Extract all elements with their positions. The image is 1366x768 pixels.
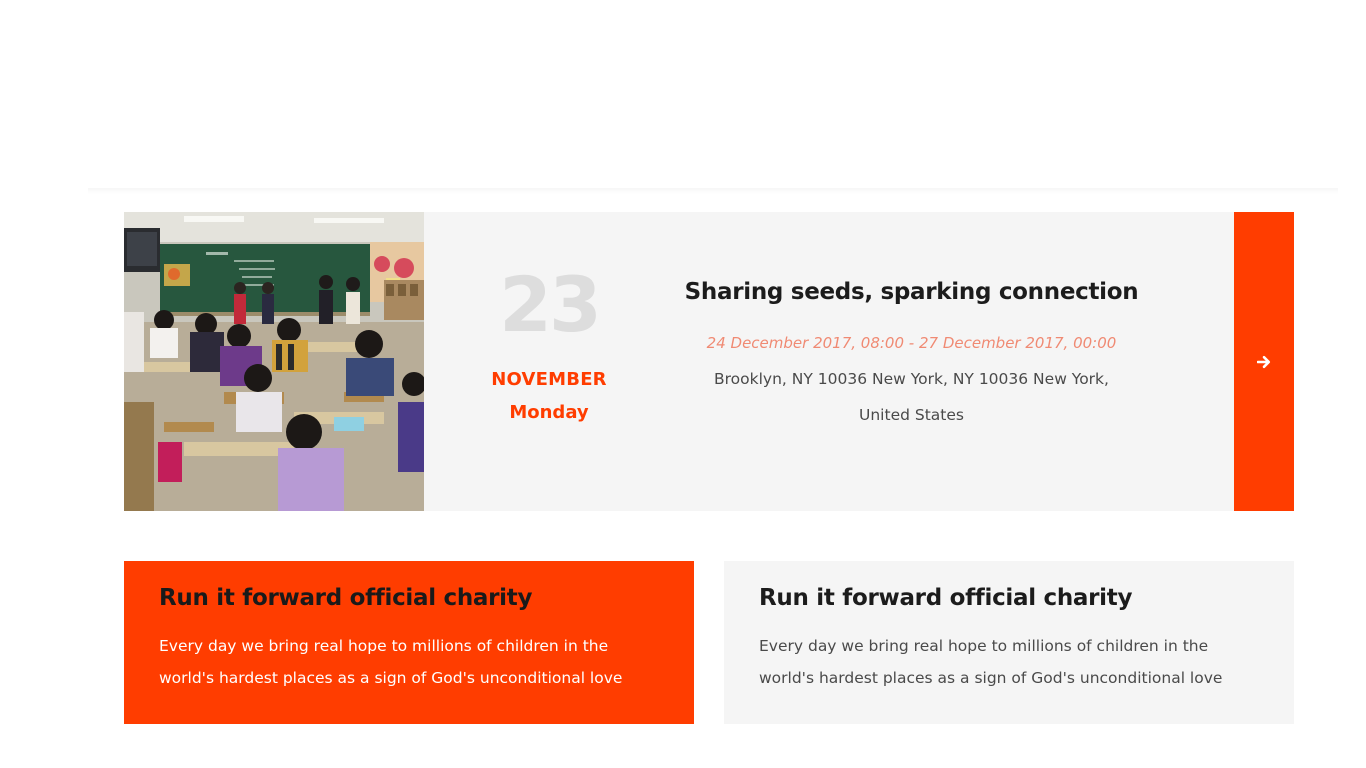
charity-card[interactable]: Run it forward official charity Every da… xyxy=(724,561,1294,724)
event-title[interactable]: Sharing seeds, sparking connection xyxy=(679,277,1144,307)
section-divider xyxy=(88,188,1338,194)
charity-card-text: Every day we bring real hope to millions… xyxy=(159,637,623,687)
event-info: Sharing seeds, sparking connection 24 De… xyxy=(679,277,1144,433)
event-card: 23 NOVEMBER Monday Sharing seeds, sparki… xyxy=(124,212,1294,511)
event-address: Brooklyn, NY 10036 New York, NY 10036 Ne… xyxy=(714,370,1109,424)
arrow-right-icon xyxy=(1257,355,1271,368)
event-date-weekday: Monday xyxy=(509,402,589,423)
charity-card-title: Run it forward official charity xyxy=(759,585,1133,611)
charity-card-title: Run it forward official charity xyxy=(159,585,533,611)
charity-card-text: Every day we bring real hope to millions… xyxy=(759,637,1223,687)
event-details-button[interactable] xyxy=(1234,212,1294,511)
event-time: 24 December 2017, 08:00 - 27 December 20… xyxy=(706,334,1117,352)
event-date-day: 23 xyxy=(499,260,602,349)
charity-card-highlighted[interactable]: Run it forward official charity Every da… xyxy=(124,561,694,724)
event-image[interactable] xyxy=(124,212,424,511)
event-date: 23 NOVEMBER Monday xyxy=(464,260,634,424)
classroom-photo xyxy=(124,212,424,511)
event-date-month: NOVEMBER xyxy=(491,369,607,390)
